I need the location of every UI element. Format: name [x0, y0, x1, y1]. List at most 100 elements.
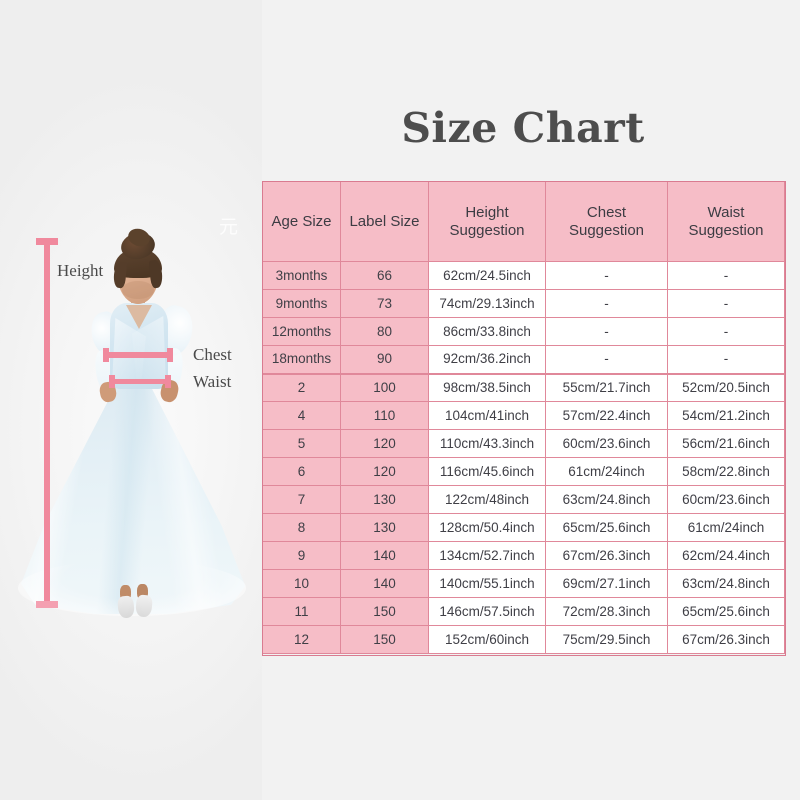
cell-waist: 56cm/21.6inch — [667, 429, 785, 458]
face-shading — [122, 281, 154, 299]
cell-waist: 63cm/24.8inch — [667, 569, 785, 598]
cell-age: 8 — [262, 513, 341, 542]
page-title: Size Chart — [401, 104, 645, 152]
waist-arrow-shaft — [111, 379, 169, 384]
cell-age: 5 — [262, 429, 341, 458]
table-row: 7 130 122cm/48inch 63cm/24.8inch 60cm/23.6in… — [262, 485, 785, 514]
cell-chest: 60cm/23.6inch — [545, 429, 668, 458]
table-row: 6 120 116cm/45.6inch 61cm/24inch 58cm/22.8in… — [262, 457, 785, 486]
column-header-height: Height Suggestion — [428, 181, 546, 262]
cell-height: 74cm/29.13inch — [428, 289, 546, 318]
cell-age: 9months — [262, 289, 341, 318]
cell-waist: 58cm/22.8inch — [667, 457, 785, 486]
table-row: 18months 90 92cm/36.2inch - - — [262, 345, 785, 375]
size-table-container: Age Size Label Size Height Suggestion Chest S… — [262, 181, 786, 656]
cell-height: 104cm/41inch — [428, 401, 546, 430]
column-header-line: Suggestion — [568, 221, 645, 239]
cell-age: 2 — [262, 373, 341, 402]
cell-chest: 63cm/24.8inch — [545, 485, 668, 514]
cell-waist: - — [667, 317, 785, 346]
cell-height: 140cm/55.1inch — [428, 569, 546, 598]
cell-height: 92cm/36.2inch — [428, 345, 546, 375]
cell-height: 146cm/57.5inch — [428, 597, 546, 626]
cell-chest: - — [545, 261, 668, 290]
cell-label: 90 — [340, 345, 429, 375]
cell-age: 6 — [262, 457, 341, 486]
waist-arrow-right-cap — [165, 375, 171, 388]
cell-height: 122cm/48inch — [428, 485, 546, 514]
cell-chest: - — [545, 345, 668, 375]
watermark-text: 元 — [219, 216, 239, 238]
size-chart-page: 元 Height Chest Waist Size Chart Age Size… — [0, 0, 800, 800]
column-header-line: Height — [465, 203, 509, 221]
cell-chest: 65cm/25.6inch — [545, 513, 668, 542]
cell-age: 12 — [262, 625, 341, 654]
cell-chest: 72cm/28.3inch — [545, 597, 668, 626]
cell-waist: 52cm/20.5inch — [667, 373, 785, 402]
cell-height: 86cm/33.8inch — [428, 317, 546, 346]
cell-label: 110 — [340, 401, 429, 430]
chest-measure-arrow — [103, 348, 173, 362]
size-table-body: 3months 66 62cm/24.5inch - -9months 73 74cm/29… — [262, 261, 785, 654]
cell-age: 10 — [262, 569, 341, 598]
table-row: 8 130 128cm/50.4inch 65cm/25.6inch 61cm/24in… — [262, 513, 785, 542]
cell-label: 80 — [340, 317, 429, 346]
cell-age: 12months — [262, 317, 341, 346]
table-row: 3months 66 62cm/24.5inch - - — [262, 261, 785, 290]
cell-label: 120 — [340, 429, 429, 458]
cell-chest: 67cm/26.3inch — [545, 541, 668, 570]
cell-age: 7 — [262, 485, 341, 514]
table-row: 10 140 140cm/55.1inch 69cm/27.1inch 63cm/24.… — [262, 569, 785, 598]
height-measure-label: Height — [57, 261, 104, 280]
table-row: 11 150 146cm/57.5inch 72cm/28.3inch 65cm/25.… — [262, 597, 785, 626]
cell-waist: 54cm/21.2inch — [667, 401, 785, 430]
cell-label: 100 — [340, 373, 429, 402]
cell-waist: - — [667, 261, 785, 290]
cell-waist: 67cm/26.3inch — [667, 625, 785, 654]
waist-measure-arrow — [109, 375, 171, 388]
cell-waist: - — [667, 345, 785, 375]
cell-label: 66 — [340, 261, 429, 290]
chest-arrow-right-cap — [167, 348, 173, 362]
cell-age: 18months — [262, 345, 341, 375]
cell-chest: 55cm/21.7inch — [545, 373, 668, 402]
cell-height: 128cm/50.4inch — [428, 513, 546, 542]
column-header-line: Suggestion — [688, 221, 764, 239]
cell-chest: - — [545, 289, 668, 318]
cell-waist: 62cm/24.4inch — [667, 541, 785, 570]
size-table: Age Size Label Size Height Suggestion Chest S… — [262, 181, 785, 654]
column-header-label: Label Size — [340, 181, 429, 262]
column-header-line: Label Size — [349, 212, 420, 230]
table-row: 9 140 134cm/52.7inch 67cm/26.3inch 62cm/24.4… — [262, 541, 785, 570]
column-header-waist: Waist Suggestion — [667, 181, 785, 262]
cell-height: 152cm/60inch — [428, 625, 546, 654]
column-header-line: Age Size — [271, 212, 332, 230]
cell-label: 130 — [340, 513, 429, 542]
cell-waist: 61cm/24inch — [667, 513, 785, 542]
cell-waist: - — [667, 289, 785, 318]
column-header-line: Suggestion — [449, 221, 525, 239]
chest-measure-label: Chest — [193, 345, 232, 364]
table-header-row: Age Size Label Size Height Suggestion Chest S… — [262, 181, 785, 262]
column-header-line: Chest — [586, 203, 627, 221]
cell-age: 11 — [262, 597, 341, 626]
size-table-head: Age Size Label Size Height Suggestion Chest S… — [262, 181, 785, 262]
height-arrow-bottom-cap — [36, 601, 58, 608]
cell-chest: 57cm/22.4inch — [545, 401, 668, 430]
cell-height: 134cm/52.7inch — [428, 541, 546, 570]
waist-measure-label: Waist — [193, 372, 232, 391]
column-header-line: Waist — [707, 203, 745, 221]
column-header-age: Age Size — [262, 181, 341, 262]
cell-label: 140 — [340, 541, 429, 570]
chest-arrow-shaft — [105, 352, 171, 358]
cell-label: 150 — [340, 625, 429, 654]
height-arrow-shaft — [44, 241, 50, 605]
cell-waist: 65cm/25.6inch — [667, 597, 785, 626]
cell-height: 110cm/43.3inch — [428, 429, 546, 458]
cell-height: 62cm/24.5inch — [428, 261, 546, 290]
cell-label: 130 — [340, 485, 429, 514]
cell-height: 98cm/38.5inch — [428, 373, 546, 402]
cell-label: 150 — [340, 597, 429, 626]
table-row: 12 150 152cm/60inch 75cm/29.5inch 67cm/26.3i… — [262, 625, 785, 654]
table-row: 5 120 110cm/43.3inch 60cm/23.6inch 56cm/21.6… — [262, 429, 785, 458]
